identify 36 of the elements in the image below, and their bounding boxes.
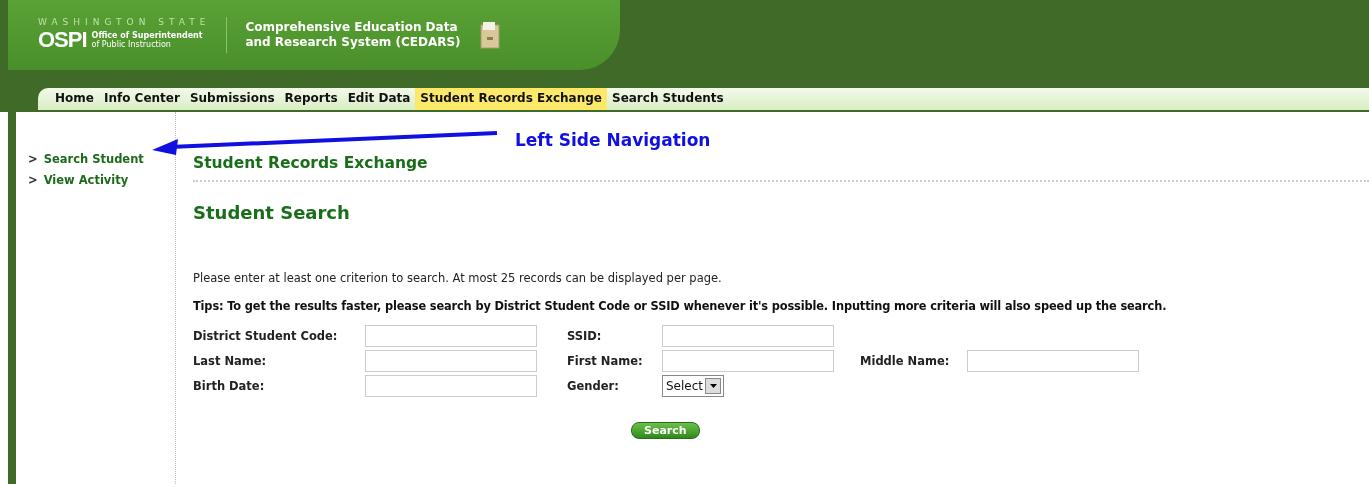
sidebar-link[interactable]: > View Activity xyxy=(28,173,129,187)
page-title: Student Records Exchange xyxy=(193,154,1369,182)
system-name: Comprehensive Education Data xyxy=(245,20,459,35)
input-field[interactable] xyxy=(967,350,1139,372)
field-label: First Name: xyxy=(567,354,644,368)
file-cabinet-icon xyxy=(478,21,501,49)
field-label: Middle Name: xyxy=(860,354,951,368)
nav-tab[interactable]: Info Center xyxy=(98,88,185,110)
nav-tab[interactable]: Home xyxy=(50,88,99,110)
gender-select[interactable]: Select xyxy=(662,375,724,397)
logo: OSPI xyxy=(38,27,87,53)
annotation-label: Left Side Navigation xyxy=(515,130,711,150)
nav-tab[interactable]: Student Records Exchange xyxy=(415,88,607,110)
input-field[interactable] xyxy=(365,375,537,397)
nav-tab[interactable]: Edit Data xyxy=(342,88,416,110)
section-title: Student Search xyxy=(193,202,351,223)
field-label: SSID: xyxy=(567,329,603,343)
state-label: WASHINGTON STATE xyxy=(38,17,211,27)
instructions-text: Please enter at least one criterion to search. At most 25 records can be displayed per page. xyxy=(193,271,723,285)
field-label: District Student Code: xyxy=(193,329,339,343)
input-field[interactable] xyxy=(662,325,834,347)
sidebar-link[interactable]: > Search Student xyxy=(28,152,144,166)
system-name: and Research System (CEDARS) xyxy=(245,35,461,50)
nav-tab[interactable]: Submissions xyxy=(184,88,280,110)
tips-text: Tips: To get the results faster, please search by District Student Code or SSID whenever it's possible. Inputting more criteria will also speed up the search. xyxy=(193,299,1168,313)
input-field[interactable] xyxy=(365,325,537,347)
field-label: Gender: xyxy=(567,379,620,393)
nav-tab[interactable]: Search Students xyxy=(607,88,729,110)
field-label: Birth Date: xyxy=(193,379,266,393)
field-label: Last Name: xyxy=(193,354,268,368)
nav-tab[interactable]: Reports xyxy=(279,88,343,110)
dropdown-arrow-icon xyxy=(709,384,717,388)
agency-name: of Public Instruction xyxy=(91,40,171,49)
input-field[interactable] xyxy=(662,350,834,372)
agency-name: Office of Superintendent xyxy=(91,31,203,40)
input-field[interactable] xyxy=(365,350,537,372)
